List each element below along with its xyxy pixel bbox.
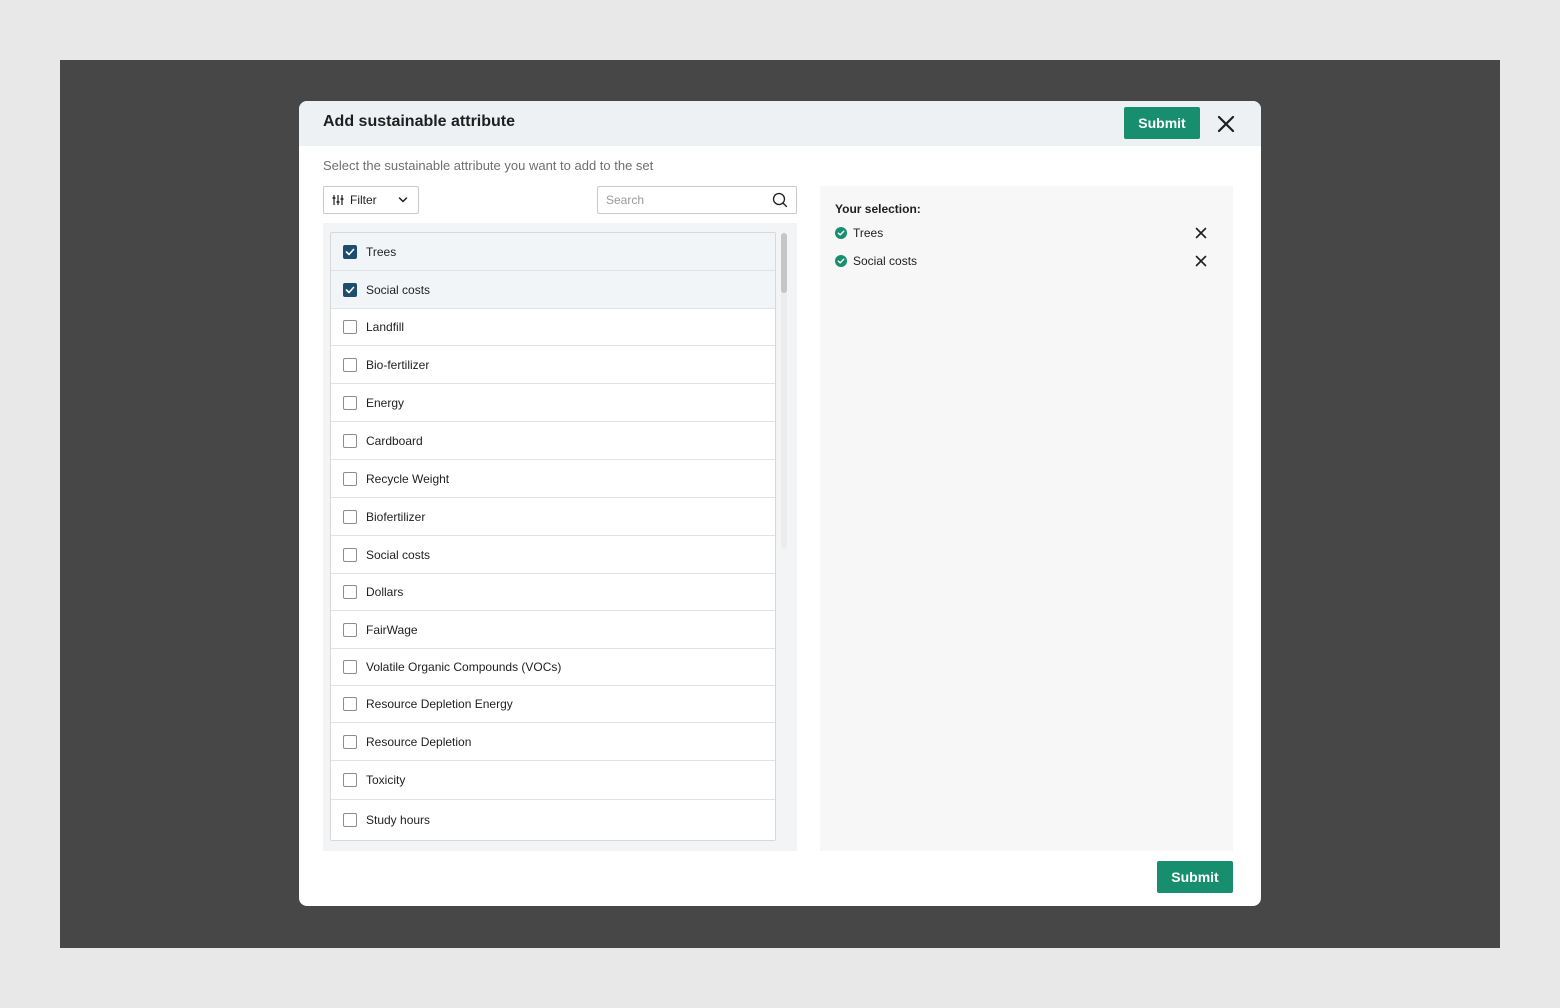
selection-title: Your selection: (835, 202, 921, 216)
filter-label: Filter (350, 193, 377, 207)
remove-selection-button[interactable] (1193, 225, 1209, 241)
add-attribute-modal: Add sustainable attribute Submit Select … (299, 101, 1261, 906)
checkbox[interactable] (343, 320, 357, 334)
attribute-label: Trees (366, 244, 397, 259)
checkbox[interactable] (343, 622, 357, 637)
attribute-row[interactable]: Social costs (331, 271, 775, 309)
attribute-row[interactable]: Landfill (331, 309, 775, 346)
selection-item: Social costs (835, 252, 1209, 270)
attribute-label: Toxicity (366, 773, 406, 787)
selection-item-label: Trees (853, 226, 884, 240)
checkbox[interactable] (343, 547, 357, 562)
attribute-row[interactable]: Trees (331, 233, 775, 271)
attribute-row[interactable]: Energy (331, 384, 775, 422)
scrollbar-thumb[interactable] (781, 233, 787, 293)
attribute-label: Resource Depletion (366, 734, 472, 749)
search-input[interactable] (598, 187, 768, 213)
check-circle-icon (835, 255, 847, 267)
attribute-label: Recycle Weight (366, 471, 450, 486)
close-icon (1195, 227, 1207, 239)
attribute-row[interactable]: FairWage (331, 611, 775, 649)
modal-title: Add sustainable attribute (323, 113, 516, 130)
list-scrollbar[interactable] (781, 233, 787, 549)
modal-header: Add sustainable attribute Submit (299, 101, 1261, 146)
attribute-label: Social costs (366, 282, 431, 297)
attribute-list[interactable]: Trees Social costs Landfill Bio-fertilizer E… (330, 232, 776, 841)
checkmark-icon (345, 248, 355, 255)
close-icon (1195, 255, 1207, 267)
remove-selection-button[interactable] (1193, 253, 1209, 269)
attribute-row[interactable]: Cardboard (331, 422, 775, 460)
checkbox[interactable] (343, 660, 357, 674)
header-submit-button[interactable]: Submit (1124, 107, 1200, 139)
checkbox-checked[interactable] (343, 282, 357, 297)
attribute-row[interactable]: Social costs (331, 536, 775, 574)
attribute-row[interactable]: Biofertilizer (331, 498, 775, 536)
attribute-row[interactable]: Toxicity (331, 761, 775, 800)
selection-item-label: Social costs (853, 254, 918, 268)
attribute-label: Volatile Organic Compounds (VOCs) (366, 660, 562, 674)
attribute-row[interactable]: Dollars (331, 574, 775, 611)
attribute-row[interactable]: Resource Depletion (331, 723, 775, 761)
checkbox[interactable] (343, 697, 357, 711)
attribute-label: Cardboard (366, 433, 423, 448)
search-icon[interactable] (772, 192, 788, 208)
attribute-label: Resource Depletion Energy (366, 697, 513, 711)
attribute-row[interactable]: Study hours (331, 800, 775, 840)
attribute-label: FairWage (366, 622, 418, 637)
checkbox[interactable] (343, 813, 357, 827)
modal-subtitle: Select the sustainable attribute you wan… (323, 158, 654, 173)
attribute-row[interactable]: Volatile Organic Compounds (VOCs) (331, 649, 775, 686)
checkbox[interactable] (343, 471, 357, 486)
close-modal-button[interactable] (1214, 112, 1238, 136)
attribute-label: Study hours (366, 813, 431, 827)
checkbox[interactable] (343, 433, 357, 448)
search-box (597, 186, 797, 214)
attribute-label: Biofertilizer (366, 509, 426, 524)
check-circle-icon (835, 227, 847, 239)
chevron-down-icon (398, 195, 408, 205)
attribute-label: Energy (366, 395, 405, 410)
selection-panel: Your selection: Trees Social costs (820, 186, 1233, 851)
selection-item: Trees (835, 224, 1209, 242)
checkmark-icon (345, 286, 355, 293)
attribute-label: Social costs (366, 547, 431, 562)
footer-submit-button[interactable]: Submit (1157, 861, 1233, 893)
attribute-row[interactable]: Resource Depletion Energy (331, 686, 775, 723)
checkbox[interactable] (343, 357, 357, 372)
checkbox[interactable] (343, 773, 357, 787)
filter-dropdown[interactable]: Filter (323, 186, 419, 214)
checkbox[interactable] (343, 395, 357, 410)
close-icon (1217, 115, 1235, 133)
checkbox-checked[interactable] (343, 244, 357, 259)
attribute-row[interactable]: Recycle Weight (331, 460, 775, 498)
checkbox[interactable] (343, 585, 357, 599)
attribute-label: Bio-fertilizer (366, 357, 430, 372)
attribute-row[interactable]: Bio-fertilizer (331, 346, 775, 384)
attribute-label: Dollars (366, 585, 404, 599)
attribute-list-container: Trees Social costs Landfill Bio-fertilizer E… (323, 223, 797, 851)
checkbox[interactable] (343, 509, 357, 524)
checkbox[interactable] (343, 734, 357, 749)
sliders-icon (332, 195, 344, 205)
attribute-label: Landfill (366, 320, 405, 334)
